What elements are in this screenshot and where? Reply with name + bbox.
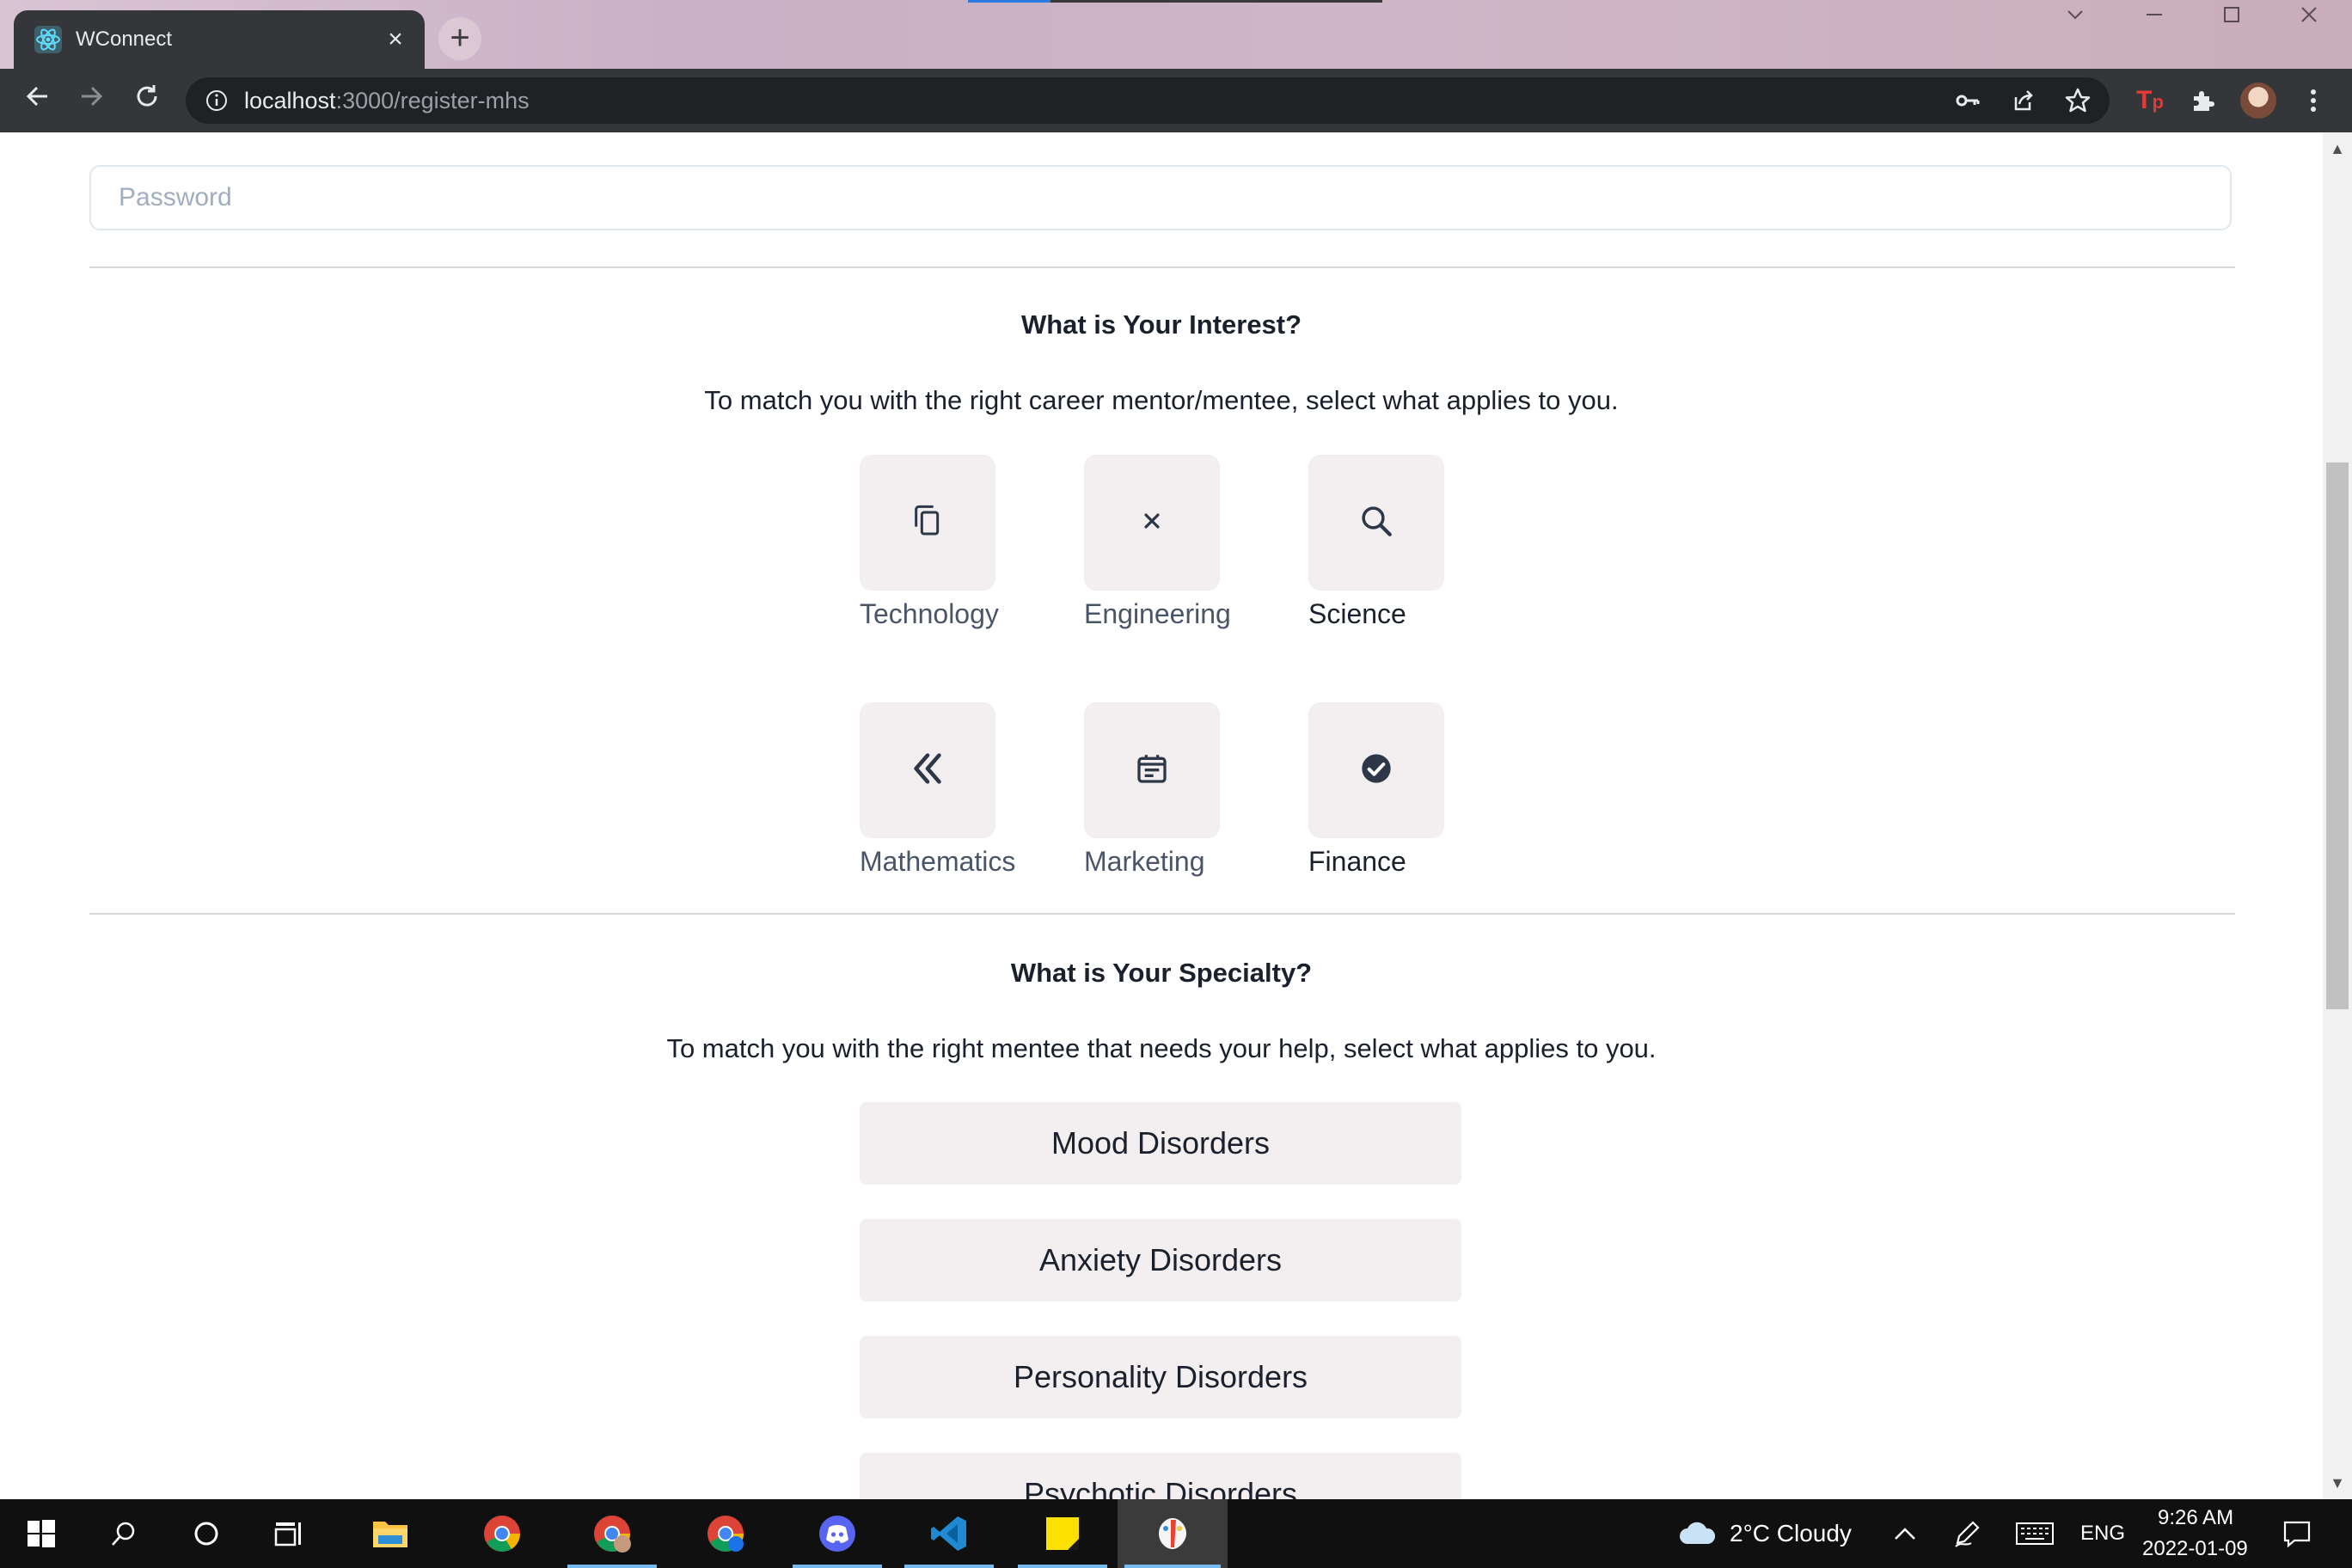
react-favicon-icon: [34, 26, 62, 53]
browser-tab[interactable]: WConnect ×: [14, 10, 425, 69]
start-button[interactable]: [0, 1499, 83, 1568]
minimize-window-button[interactable]: [2128, 0, 2180, 34]
interest-subtext: To match you with the right career mento…: [704, 385, 1619, 415]
specialty-personality-disorders-button[interactable]: Personality Disorders: [860, 1336, 1461, 1418]
specialty-heading: What is Your Specialty?: [1010, 958, 1313, 988]
back-button[interactable]: [17, 81, 57, 120]
weather-text[interactable]: 2°C Cloudy: [1730, 1518, 1852, 1549]
paint-icon[interactable]: [1118, 1499, 1228, 1568]
forward-button[interactable]: [72, 81, 112, 120]
interest-tile-science[interactable]: [1308, 455, 1444, 591]
maximize-window-button[interactable]: [2206, 0, 2257, 34]
close-window-button[interactable]: [2283, 0, 2335, 34]
specialty-subtext: To match you with the right mentee that …: [666, 1033, 1657, 1063]
touch-keyboard-icon[interactable]: [2012, 1516, 2058, 1551]
search-icon[interactable]: [83, 1499, 165, 1568]
tab-search-icon[interactable]: [2049, 0, 2101, 34]
share-icon[interactable]: [2003, 81, 2043, 120]
browser-menu-icon[interactable]: [2294, 81, 2333, 120]
input-language[interactable]: ENG: [2080, 1518, 2125, 1549]
profile-avatar[interactable]: [2239, 81, 2278, 120]
url-text: localhost:3000/register-mhs: [244, 87, 530, 114]
scroll-down-arrow-icon[interactable]: ▼: [2323, 1470, 2352, 1496]
section-divider: [89, 913, 2235, 915]
browser-tab-strip: WConnect × +: [0, 0, 2352, 69]
interest-tile-mathematics[interactable]: [860, 702, 995, 838]
windows-taskbar: 2°C Cloudy ENG 9:26 AM 2022-01-09: [0, 1499, 2352, 1568]
bookmark-star-icon[interactable]: [2058, 81, 2098, 120]
copy-icon: [910, 504, 945, 542]
specialty-mood-disorders-button[interactable]: Mood Disorders: [860, 1102, 1461, 1185]
notification-center-icon[interactable]: [2280, 1516, 2314, 1551]
tab-title: WConnect: [76, 28, 173, 51]
clock-date[interactable]: 2022-01-09: [2142, 1534, 2248, 1565]
site-info-icon[interactable]: [205, 89, 229, 113]
interest-label-technology: Technology: [860, 598, 999, 629]
file-explorer-icon[interactable]: [339, 1499, 442, 1568]
chrome-icon[interactable]: [450, 1499, 554, 1568]
new-tab-button[interactable]: +: [438, 17, 481, 60]
scroll-up-arrow-icon[interactable]: ▲: [2323, 136, 2352, 162]
extensions-puzzle-icon[interactable]: [2184, 81, 2223, 120]
register-page: What is Your Interest? To match you with…: [0, 132, 2323, 1499]
extension-tp-icon[interactable]: Tp: [2130, 81, 2170, 120]
specialty-psychotic-disorders-button[interactable]: Psychotic Disorders: [860, 1453, 1461, 1499]
show-hidden-icons-icon[interactable]: [1888, 1516, 1922, 1551]
section-divider: [89, 266, 2235, 268]
cortana-icon[interactable]: [165, 1499, 248, 1568]
interest-label-finance: Finance: [1308, 846, 1406, 877]
calendar-icon: [1135, 751, 1169, 790]
url-host: localhost: [244, 88, 336, 113]
scrollbar-thumb[interactable]: [2326, 462, 2349, 1009]
interest-label-engineering: Engineering: [1084, 598, 1231, 629]
task-view-icon[interactable]: [248, 1499, 330, 1568]
double-chevron-left-icon: [908, 749, 947, 793]
interest-label-science: Science: [1308, 598, 1406, 629]
interest-label-marketing: Marketing: [1084, 846, 1205, 877]
page-scrollbar[interactable]: ▲ ▼: [2323, 132, 2352, 1499]
pen-icon[interactable]: [1950, 1516, 1984, 1551]
close-tab-icon[interactable]: ×: [378, 22, 413, 57]
interest-label-mathematics: Mathematics: [860, 846, 1016, 877]
vscode-icon[interactable]: [897, 1499, 1001, 1568]
page-load-progress: [968, 0, 1382, 3]
interest-heading: What is Your Interest?: [1020, 309, 1302, 340]
address-bar[interactable]: localhost:3000/register-mhs: [186, 77, 2110, 124]
interest-tile-technology[interactable]: [860, 455, 995, 591]
search-icon: [1358, 503, 1394, 543]
reload-button[interactable]: [127, 81, 167, 120]
interest-tile-marketing[interactable]: [1084, 702, 1220, 838]
discord-icon[interactable]: [786, 1499, 889, 1568]
browser-toolbar: localhost:3000/register-mhs Tp: [0, 69, 2352, 132]
interest-tile-finance[interactable]: [1308, 702, 1444, 838]
clock-time[interactable]: 9:26 AM: [2158, 1503, 2233, 1534]
password-key-icon[interactable]: [1948, 81, 1988, 120]
sticky-notes-icon[interactable]: [1011, 1499, 1114, 1568]
chrome-profile-2-icon[interactable]: [674, 1499, 777, 1568]
chrome-profile-icon[interactable]: [560, 1499, 664, 1568]
weather-cloud-icon[interactable]: [1676, 1516, 1718, 1551]
url-path: :3000/register-mhs: [335, 88, 530, 113]
close-icon: [1142, 511, 1162, 536]
check-circle-icon: [1359, 751, 1393, 790]
interest-tile-engineering[interactable]: [1084, 455, 1220, 591]
specialty-anxiety-disorders-button[interactable]: Anxiety Disorders: [860, 1219, 1461, 1302]
password-field[interactable]: [89, 165, 2232, 230]
